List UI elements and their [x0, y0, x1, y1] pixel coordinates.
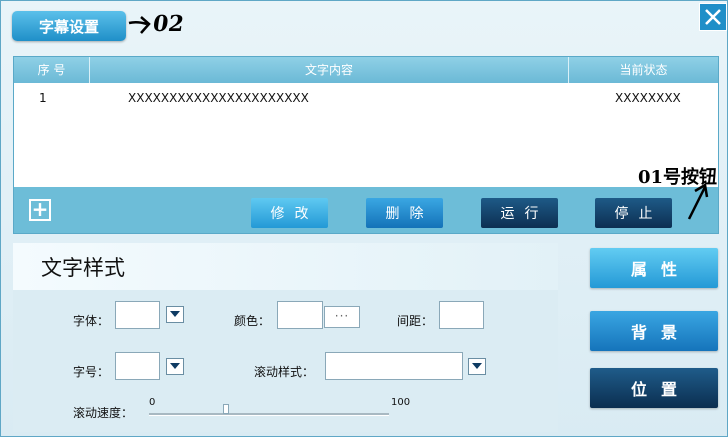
subtitle-settings-window: 字幕设置 02 序 号 文字内容 当前状态 1 XXXXXXXXXXXXXXXX… [0, 0, 728, 437]
chevron-down-icon [170, 363, 180, 369]
run-button[interactable]: 运行 [481, 198, 558, 228]
close-button[interactable] [699, 3, 727, 31]
properties-button[interactable]: 属性 [590, 248, 718, 288]
font-size-label: 字号： [73, 365, 110, 379]
row-content: XXXXXXXXXXXXXXXXXXXXXX [128, 91, 309, 105]
annotation-02-text: 02 [151, 11, 186, 37]
scroll-style-label: 滚动样式： [254, 365, 315, 379]
font-input[interactable] [115, 301, 160, 329]
arrow-up-icon [687, 182, 709, 220]
font-size-input[interactable] [115, 352, 160, 380]
scroll-speed-max: 100 [391, 397, 411, 408]
color-label: 颜色： [234, 314, 271, 328]
position-button[interactable]: 位置 [590, 368, 718, 408]
text-style-heading: 文字样式 [41, 256, 125, 280]
chevron-down-icon [472, 363, 482, 369]
font-size-dropdown[interactable] [166, 358, 184, 375]
edit-button[interactable]: 修改 [251, 198, 328, 228]
font-dropdown[interactable] [166, 306, 184, 323]
tab-subtitle-settings[interactable]: 字幕设置 [12, 11, 126, 41]
spacing-label: 间距： [397, 314, 434, 328]
handwritten-annotation-01-button: 01号按钮 [633, 161, 728, 221]
row-index: 1 [39, 91, 47, 105]
table-body: 1 XXXXXXXXXXXXXXXXXXXXXX XXXXXXXX [14, 83, 718, 187]
add-button[interactable]: + [29, 199, 51, 221]
delete-button[interactable]: 删除 [366, 198, 443, 228]
background-button[interactable]: 背景 [590, 311, 718, 351]
spacing-input[interactable] [439, 301, 484, 329]
scroll-speed-slider-thumb[interactable] [223, 404, 229, 414]
scroll-style-input[interactable] [325, 352, 463, 380]
table-toolbar: + 修改 删除 运行 停止 [14, 187, 718, 233]
table-row[interactable]: 1 XXXXXXXXXXXXXXXXXXXXXX XXXXXXXX [14, 83, 718, 111]
chevron-down-icon [170, 311, 180, 317]
scroll-style-dropdown[interactable] [468, 358, 486, 375]
color-input[interactable] [277, 301, 323, 329]
close-icon [705, 9, 721, 25]
scroll-speed-min: 0 [149, 397, 156, 408]
table-header: 序 号 文字内容 当前状态 [14, 57, 718, 83]
text-style-header: 文字样式 [13, 243, 558, 290]
font-label: 字体： [73, 314, 110, 328]
scroll-speed-label: 滚动速度： [73, 406, 134, 420]
column-header-index: 序 号 [14, 57, 90, 83]
scroll-speed-slider[interactable] [149, 413, 389, 416]
color-picker-button[interactable]: ··· [324, 306, 360, 328]
subtitle-list-panel: 序 号 文字内容 当前状态 1 XXXXXXXXXXXXXXXXXXXXXX X… [13, 56, 719, 234]
column-header-status: 当前状态 [619, 63, 668, 77]
column-header-content: 文字内容 [90, 57, 569, 83]
row-status: XXXXXXXX [615, 91, 681, 105]
handwritten-annotation-02: 02 [127, 9, 197, 43]
